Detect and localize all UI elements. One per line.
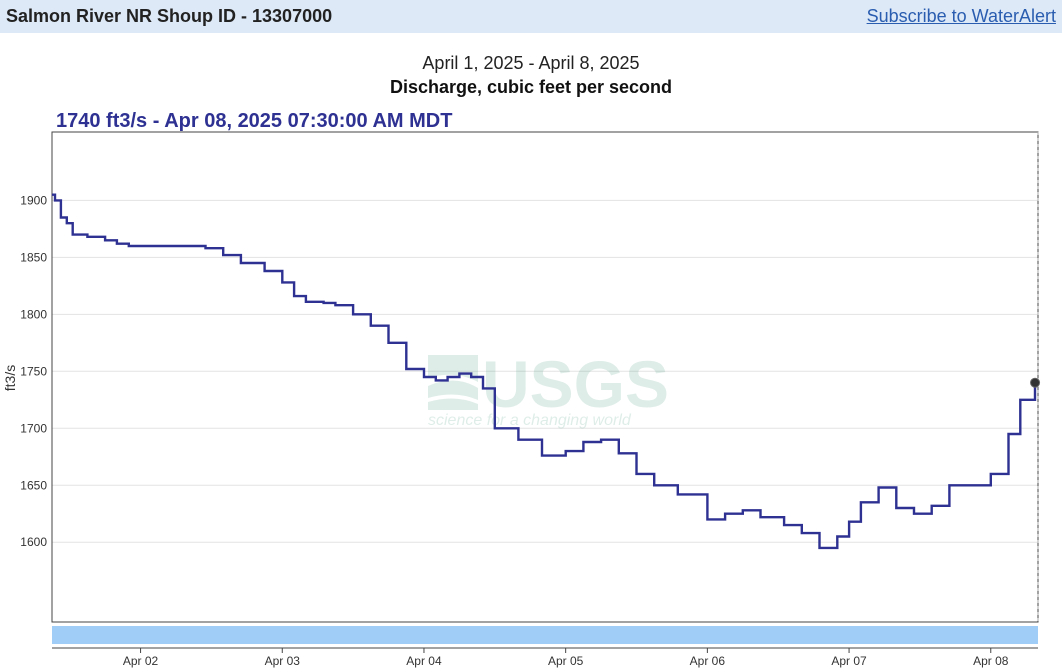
y-tick-label: 1800 <box>20 307 47 321</box>
x-tick-label: Apr 08 <box>973 654 1009 668</box>
watermark-logo-text: USGS <box>482 347 669 421</box>
usgs-logo-icon <box>428 355 478 410</box>
y-tick-label: 1700 <box>20 421 47 435</box>
x-tick-label: Apr 02 <box>123 654 159 668</box>
usgs-watermark: USGS science for a changing world <box>428 347 669 429</box>
watermark-tagline: science for a changing world <box>428 412 632 429</box>
latest-value-point[interactable] <box>1030 377 1041 388</box>
x-tick-label: Apr 04 <box>406 654 442 668</box>
discharge-chart[interactable]: USGS science for a changing world 160016… <box>0 0 1062 670</box>
x-axis: Apr 02 Apr 03 Apr 04 Apr 05 Apr 06 Apr 07 Apr … <box>123 648 1009 668</box>
time-brush-bar[interactable] <box>52 626 1038 644</box>
y-tick-label: 1600 <box>20 535 47 549</box>
y-tick-label: 1650 <box>20 478 47 492</box>
y-tick-label: 1750 <box>20 364 47 378</box>
x-tick-label: Apr 06 <box>690 654 726 668</box>
x-tick-label: Apr 07 <box>831 654 867 668</box>
x-tick-label: Apr 03 <box>265 654 301 668</box>
y-axis-label: ft3/s <box>2 365 18 391</box>
y-axis: 1600 1650 1700 1750 1800 1850 1900 <box>20 193 47 549</box>
y-tick-label: 1900 <box>20 193 47 207</box>
y-tick-label: 1850 <box>20 250 47 264</box>
x-tick-label: Apr 05 <box>548 654 584 668</box>
